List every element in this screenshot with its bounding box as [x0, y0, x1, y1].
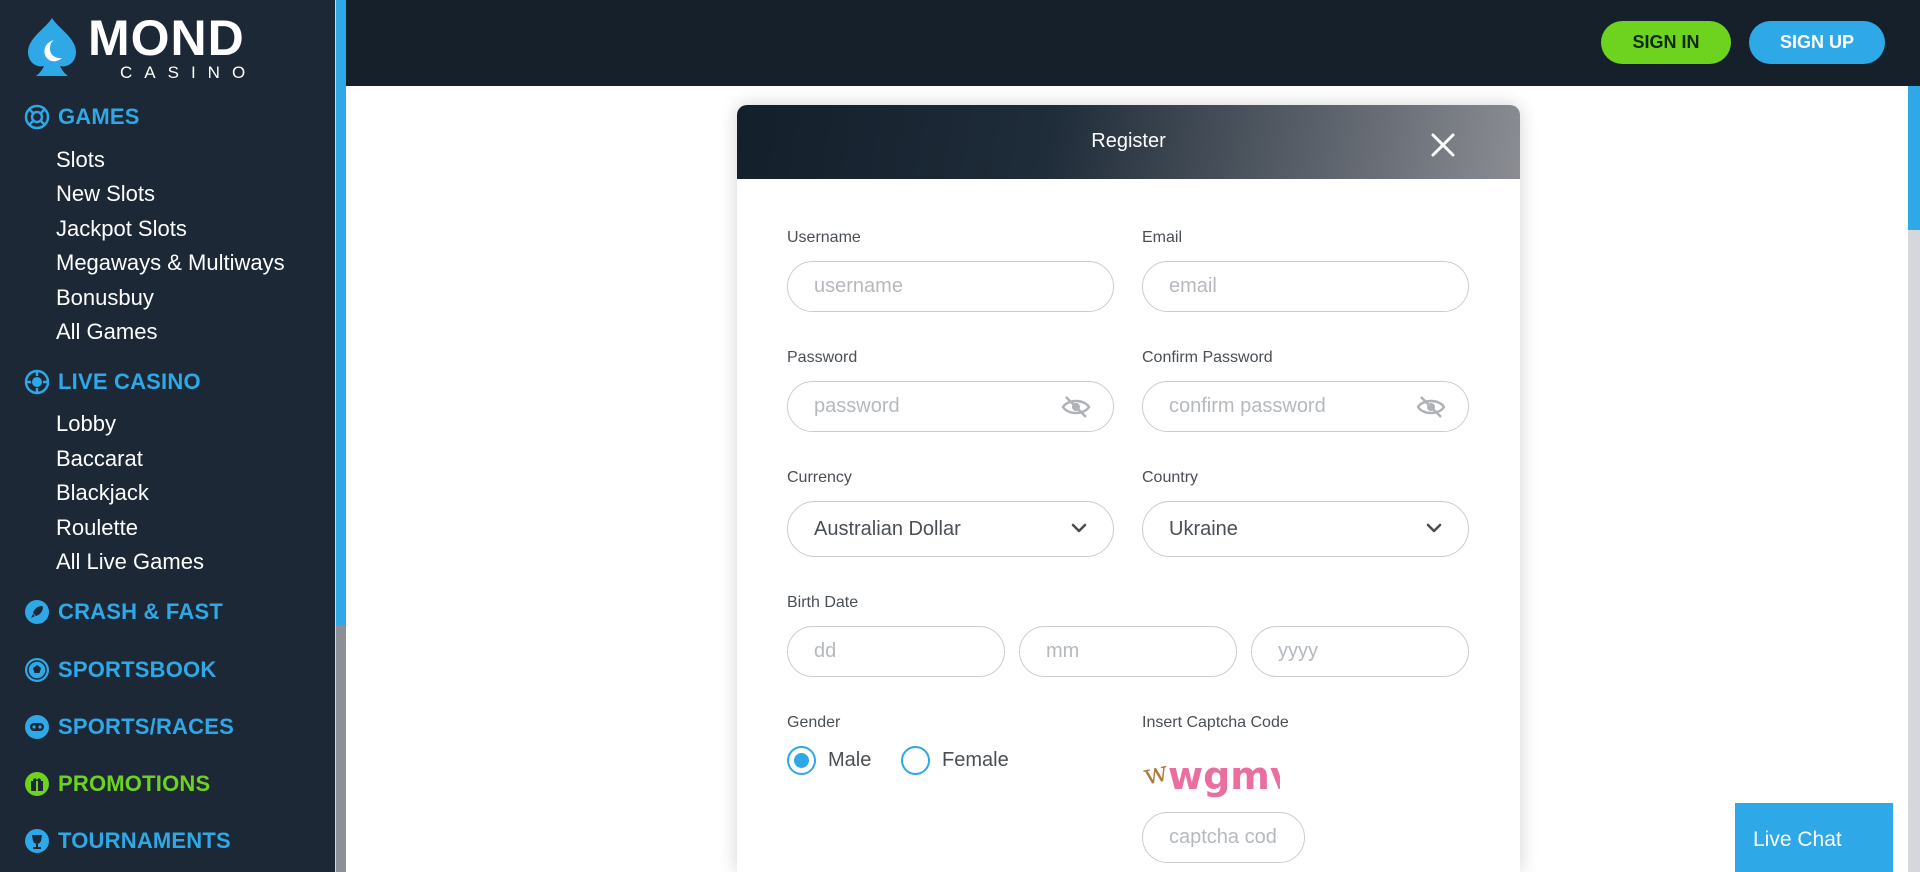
gift-icon	[25, 772, 49, 796]
logo-wordmark: MOND	[88, 10, 245, 66]
sidebar-section-games[interactable]: GAMES	[24, 104, 140, 130]
page-scrollbar-thumb[interactable]	[1908, 86, 1920, 230]
sidebar-section-label: PROMOTIONS	[58, 771, 211, 796]
sidebar-section-label: SPORTSBOOK	[58, 657, 217, 682]
sidebar-section-label: CRASH & FAST	[58, 599, 223, 624]
birth-day-input[interactable]	[787, 626, 1005, 677]
eye-slash-icon[interactable]	[1416, 395, 1446, 419]
email-input[interactable]	[1142, 261, 1469, 312]
email-label: Email	[1142, 229, 1183, 246]
gender-female-radio[interactable]: Female	[901, 746, 1009, 775]
country-selected-value: Ukraine	[1169, 518, 1238, 540]
sidebar-item-blackjack[interactable]: Blackjack	[56, 480, 149, 506]
username-label: Username	[787, 229, 861, 246]
sidebar-section-live-casino[interactable]: LIVE CASINO	[24, 369, 201, 395]
sidebar-item-all-games[interactable]: All Games	[56, 319, 157, 345]
country-label: Country	[1142, 469, 1199, 486]
password-label: Password	[787, 349, 858, 366]
sidebar-section-sportsbook[interactable]: SPORTSBOOK	[24, 657, 216, 683]
sidebar-section-label: SPORTS/RACES	[58, 714, 234, 739]
gender-male-radio[interactable]: Male	[787, 746, 871, 775]
country-select[interactable]: Ukraine	[1142, 501, 1469, 557]
radio-circle	[901, 746, 930, 775]
lifebuoy-icon	[24, 104, 50, 130]
birth-month-input[interactable]	[1019, 626, 1237, 677]
page-scrollbar[interactable]	[1908, 86, 1920, 872]
sidebar-section-label: GAMES	[58, 104, 140, 129]
sidebar-item-new-slots[interactable]: New Slots	[56, 181, 155, 207]
trophy-icon	[25, 829, 49, 853]
rocket-icon	[25, 600, 49, 624]
spade-logo-icon	[28, 18, 76, 76]
captcha-code-text: wgmvc	[1168, 754, 1280, 798]
currency-label: Currency	[787, 469, 852, 486]
modal-title: Register	[1091, 130, 1166, 152]
casino-chip-icon	[24, 369, 50, 395]
captcha-input[interactable]	[1142, 812, 1305, 863]
sidebar-item-megaways[interactable]: Megaways & Multiways	[56, 250, 285, 276]
sidebar-section-sports-races[interactable]: SPORTS/RACES	[24, 714, 234, 740]
confirm-password-label: Confirm Password	[1142, 349, 1273, 366]
sidebar-item-jackpot-slots[interactable]: Jackpot Slots	[56, 216, 187, 242]
mond-casino-logo[interactable]: MOND CASINO	[24, 10, 274, 82]
sign-up-button[interactable]: SIGN UP	[1749, 21, 1885, 64]
sidebar-section-label: LIVE CASINO	[58, 369, 201, 394]
gamepad-icon	[25, 715, 49, 739]
username-input[interactable]	[787, 261, 1114, 312]
sidebar-item-roulette[interactable]: Roulette	[56, 515, 138, 541]
gender-label: Gender	[787, 714, 841, 731]
currency-select[interactable]: Australian Dollar	[787, 501, 1114, 557]
chevron-down-icon	[1071, 523, 1087, 533]
sidebar: MOND CASINO GAMES Slots New Slots Jackpo…	[0, 0, 335, 872]
currency-selected-value: Australian Dollar	[814, 518, 961, 540]
birth-year-input[interactable]	[1251, 626, 1469, 677]
sidebar-item-lobby[interactable]: Lobby	[56, 411, 116, 437]
sidebar-item-slots[interactable]: Slots	[56, 147, 105, 173]
radio-circle	[787, 746, 816, 775]
birth-date-label: Birth Date	[787, 594, 859, 611]
sidebar-section-promotions[interactable]: PROMOTIONS	[24, 771, 210, 797]
sidebar-section-tournaments[interactable]: TOURNAMENTS	[24, 828, 231, 854]
live-chat-button[interactable]: Live Chat	[1735, 803, 1893, 872]
chevron-down-icon	[1426, 523, 1442, 533]
sign-in-button[interactable]: SIGN IN	[1601, 21, 1731, 64]
sidebar-item-all-live-games[interactable]: All Live Games	[56, 549, 204, 575]
eye-slash-icon[interactable]	[1061, 395, 1091, 419]
radio-selected-dot	[794, 753, 809, 768]
sidebar-item-bonusbuy[interactable]: Bonusbuy	[56, 285, 154, 311]
svg-text:w: w	[1140, 754, 1170, 791]
soccer-ball-icon	[25, 658, 49, 682]
sidebar-section-crash-fast[interactable]: CRASH & FAST	[24, 599, 223, 625]
sidebar-item-baccarat[interactable]: Baccarat	[56, 446, 143, 472]
sidebar-section-label: TOURNAMENTS	[58, 828, 231, 853]
captcha-label: Insert Captcha Code	[1142, 714, 1289, 731]
close-icon[interactable]	[1427, 129, 1459, 161]
gender-female-label: Female	[942, 749, 1009, 771]
sidebar-scrollbar-thumb[interactable]	[336, 0, 346, 625]
logo-subtitle: CASINO	[120, 63, 258, 82]
gender-male-label: Male	[828, 749, 872, 771]
captcha-image: w wgmvc	[1140, 754, 1280, 798]
svg-text:wgmvc: wgmvc	[1168, 754, 1280, 798]
sidebar-scrollbar[interactable]	[336, 0, 346, 872]
register-modal: Register Username Email Password Confirm…	[737, 105, 1520, 872]
